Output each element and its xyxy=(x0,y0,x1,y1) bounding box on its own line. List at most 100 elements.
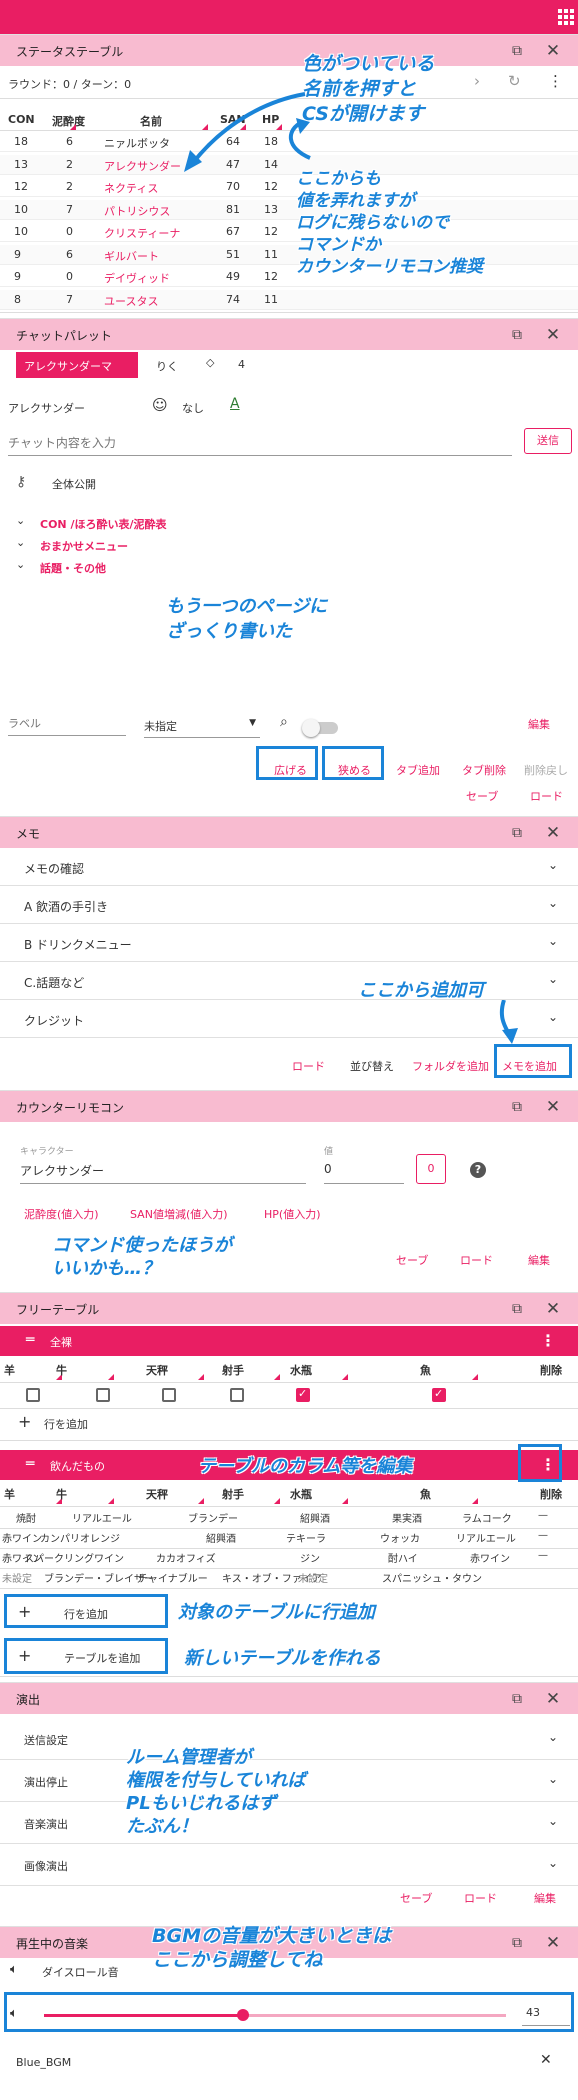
checkbox[interactable] xyxy=(162,1388,176,1402)
table-cell[interactable]: リアルエール xyxy=(456,1530,516,1545)
add-folder-button[interactable]: フォルダを追加 xyxy=(412,1058,489,1074)
column-header[interactable]: 魚 xyxy=(420,1486,431,1502)
close-icon[interactable]: ✕ xyxy=(542,1298,564,1320)
table-cell[interactable]: — xyxy=(538,1550,548,1561)
counter-button-dei[interactable]: 泥酔度(値入力) xyxy=(24,1206,99,1222)
table-cell[interactable]: 果実酒 xyxy=(392,1510,422,1525)
plus-icon[interactable]: + xyxy=(18,1412,31,1431)
table-cell[interactable]: 焼酎 xyxy=(16,1510,36,1525)
scope-select[interactable]: 全体公開 xyxy=(52,476,96,492)
character-link[interactable]: ギルバート xyxy=(104,248,159,264)
col-dei[interactable]: 泥酔度 xyxy=(52,113,85,129)
table-cell[interactable]: ウォッカ xyxy=(380,1530,420,1545)
sort-button[interactable]: 並び替え xyxy=(350,1058,394,1074)
next-icon[interactable]: › xyxy=(474,72,480,90)
load-button[interactable]: ロード xyxy=(460,1252,493,1268)
table-cell[interactable]: スパニッシュ・タウン xyxy=(382,1570,482,1585)
table-cell[interactable]: 赤ワイン xyxy=(470,1550,510,1565)
edit-button[interactable]: 編集 xyxy=(528,716,550,732)
chevron-down-icon[interactable]: ⌄ xyxy=(16,536,25,549)
column-header[interactable]: 天秤 xyxy=(146,1362,168,1378)
col-name[interactable]: 名前 xyxy=(140,113,162,129)
table-cell[interactable]: チャイナブルー xyxy=(138,1570,208,1585)
memo-item[interactable]: A 飲酒の手引き ⌄ xyxy=(0,886,578,924)
table-cell[interactable]: 紹興酒 xyxy=(206,1530,236,1545)
help-icon[interactable]: ? xyxy=(470,1162,486,1178)
counter-button-san[interactable]: SAN値増減(値入力) xyxy=(130,1206,228,1222)
close-icon[interactable]: ✕ xyxy=(542,1688,564,1710)
memo-item[interactable]: C.話題など ⌄ xyxy=(0,962,578,1000)
close-icon[interactable]: ✕ xyxy=(542,1096,564,1118)
table-cell[interactable]: 赤ワイン xyxy=(2,1530,42,1545)
send-button[interactable]: 送信 xyxy=(524,428,572,454)
popout-icon[interactable]: ⧉ xyxy=(506,324,528,346)
stage-item[interactable]: 画像演出 ⌄ xyxy=(0,1844,578,1886)
checkbox[interactable] xyxy=(26,1388,40,1402)
table-name[interactable]: 飲んだもの xyxy=(50,1458,105,1474)
tab-4[interactable]: 4 xyxy=(238,358,245,371)
search-icon[interactable]: ⌕ xyxy=(280,714,288,730)
label-input[interactable] xyxy=(8,712,126,736)
popout-icon[interactable]: ⧉ xyxy=(506,1932,528,1954)
checkbox[interactable] xyxy=(432,1387,446,1402)
save-button[interactable]: セーブ xyxy=(400,1890,432,1906)
more-icon[interactable]: ⋮ xyxy=(548,72,563,90)
checkbox[interactable] xyxy=(296,1387,310,1402)
column-header[interactable]: 水瓶 xyxy=(290,1486,312,1502)
table-cell[interactable]: カンパリオレンジ xyxy=(40,1530,120,1545)
column-header[interactable]: 水瓶 xyxy=(290,1362,312,1378)
column-header[interactable]: 羊 xyxy=(4,1362,15,1378)
load-button[interactable]: ロード xyxy=(292,1058,325,1074)
character-link[interactable]: デイヴィッド xyxy=(104,270,170,286)
memo-item[interactable]: クレジット ⌄ xyxy=(0,1000,578,1038)
column-header[interactable]: 削除 xyxy=(540,1486,562,1502)
popout-icon[interactable]: ⧉ xyxy=(506,1298,528,1320)
table-cell[interactable]: カカオフィズ xyxy=(156,1550,216,1565)
column-header[interactable]: 羊 xyxy=(4,1486,15,1502)
category-select[interactable]: 未指定 ▼ xyxy=(144,718,260,738)
character-name[interactable]: アレクサンダー xyxy=(8,400,85,416)
table-cell[interactable]: スパークリングワイン xyxy=(24,1550,124,1565)
column-header[interactable]: 射手 xyxy=(222,1362,244,1378)
load-button[interactable]: ロード xyxy=(530,788,563,804)
more-icon[interactable]: ⋮ xyxy=(540,1331,556,1350)
table-cell[interactable]: ジン xyxy=(300,1550,320,1565)
drag-handle-icon[interactable]: ═ xyxy=(26,1332,34,1348)
column-header[interactable]: 天秤 xyxy=(146,1486,168,1502)
table-cell[interactable]: ラムコーク xyxy=(462,1510,512,1525)
save-button[interactable]: セーブ xyxy=(396,1252,428,1268)
tab-riku[interactable]: りく xyxy=(156,358,178,374)
text-color-icon[interactable]: A xyxy=(230,396,240,412)
table-cell[interactable]: 未設定 xyxy=(2,1570,32,1585)
tab-active[interactable]: アレクサンダーマ xyxy=(16,352,138,378)
popout-icon[interactable]: ⧉ xyxy=(506,822,528,844)
delete-tab-button[interactable]: タブ削除 xyxy=(462,762,506,778)
drag-handle-icon[interactable]: ═ xyxy=(26,1456,34,1472)
chevron-down-icon[interactable]: ⌄ xyxy=(16,514,25,527)
table-cell[interactable]: — xyxy=(538,1510,548,1521)
character-link[interactable]: ユースタス xyxy=(104,293,158,309)
load-button[interactable]: ロード xyxy=(464,1890,497,1906)
undo-delete-button[interactable]: 削除戻し xyxy=(524,762,568,778)
edit-button[interactable]: 編集 xyxy=(528,1252,550,1268)
close-icon[interactable]: ✕ xyxy=(542,822,564,844)
column-header[interactable]: 削除 xyxy=(540,1362,562,1378)
table-cell[interactable]: ブランデー xyxy=(188,1510,238,1525)
table-cell[interactable]: リアルエール xyxy=(72,1510,132,1525)
counter-button-hp[interactable]: HP(値入力) xyxy=(264,1206,321,1222)
table-cell[interactable]: テキーラ xyxy=(286,1530,326,1545)
column-header[interactable]: 射手 xyxy=(222,1486,244,1502)
add-tab-button[interactable]: タブ追加 xyxy=(396,762,440,778)
palette-group-3[interactable]: 話題・その他 xyxy=(40,560,106,576)
table-cell[interactable]: — xyxy=(538,1530,548,1541)
value-button[interactable]: 0 xyxy=(416,1154,446,1184)
close-icon[interactable]: ✕ xyxy=(542,40,564,62)
table-cell[interactable]: 紹興酒 xyxy=(300,1510,330,1525)
add-row-button[interactable]: 行を追加 xyxy=(44,1416,88,1432)
refresh-icon[interactable]: ↻ xyxy=(508,72,521,90)
face-icon[interactable]: ☺ xyxy=(152,396,168,414)
chevron-down-icon[interactable]: ⌄ xyxy=(16,558,25,571)
col-con[interactable]: CON xyxy=(8,113,35,126)
character-link[interactable]: ネクティス xyxy=(104,180,158,196)
column-header[interactable]: 牛 xyxy=(56,1362,67,1378)
